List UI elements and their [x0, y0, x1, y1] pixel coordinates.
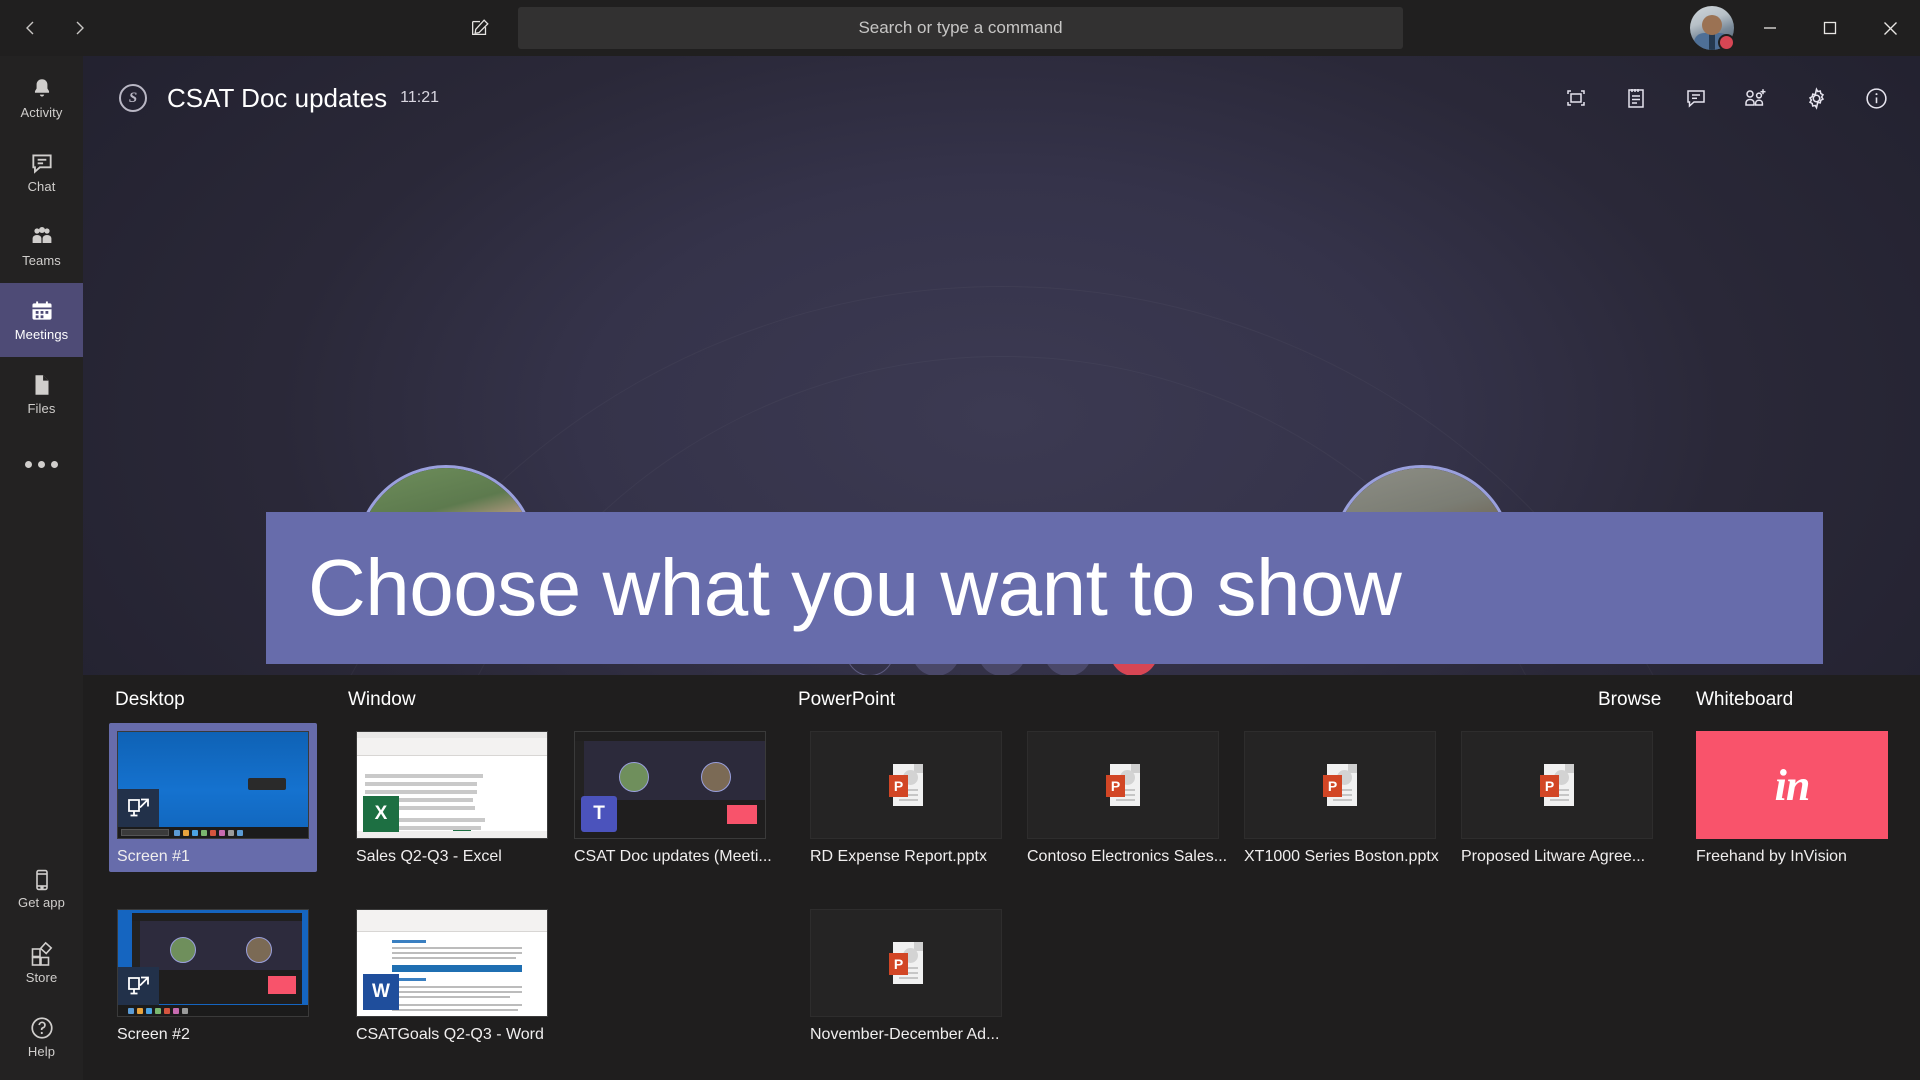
sidebar-item-label: Get app — [18, 895, 65, 910]
more-dots-icon — [25, 460, 58, 468]
back-button[interactable] — [14, 11, 48, 45]
tile-caption: November-December Ad... — [810, 1026, 1000, 1043]
browse-link[interactable]: Browse — [1598, 689, 1661, 711]
tile-caption: CSAT Doc updates (Meeti... — [574, 848, 772, 865]
powerpoint-file-icon: P — [889, 942, 923, 984]
window-controls — [1740, 0, 1920, 56]
meeting-stage: S CSAT Doc updates 11:21 Choose what you… — [83, 56, 1920, 675]
powerpoint-file-icon: P — [1540, 764, 1574, 806]
powerpoint-tile-3[interactable]: P Proposed Litware Agree... — [1461, 731, 1653, 866]
sidebar-item-label: Files — [27, 401, 56, 416]
forward-button[interactable] — [62, 11, 96, 45]
sidebar-item-help[interactable]: Help — [0, 1000, 83, 1074]
section-title-whiteboard: Whiteboard — [1696, 689, 1794, 710]
powerpoint-tile-0[interactable]: P RD Expense Report.pptx — [810, 731, 1002, 866]
powerpoint-tile-2[interactable]: P XT1000 Series Boston.pptx — [1244, 731, 1439, 866]
sidebar-item-meetings[interactable]: Meetings — [0, 283, 83, 357]
word-icon: W — [363, 974, 399, 1010]
meeting-actions — [1554, 56, 1898, 140]
sidebar-item-files[interactable]: Files — [0, 357, 83, 431]
status-badge — [1718, 34, 1735, 51]
sidebar-item-label: Store — [25, 970, 58, 985]
whiteboard-thumbnail: in — [1696, 731, 1888, 839]
banner-title: Choose what you want to show — [308, 543, 1402, 632]
tile-caption: RD Expense Report.pptx — [810, 848, 987, 865]
sidebar-item-get-app[interactable]: Get app — [0, 852, 83, 926]
window-thumbnail: T — [574, 731, 766, 839]
chat-icon[interactable] — [1674, 76, 1718, 120]
sidebar-item-activity[interactable]: Activity — [0, 61, 83, 135]
title-bar: Search or type a command — [0, 0, 1920, 56]
section-title-desktop: Desktop — [115, 689, 185, 710]
sidebar-item-teams[interactable]: Teams — [0, 209, 83, 283]
invision-logo-icon: in — [1774, 760, 1811, 810]
tile-caption: Sales Q2-Q3 - Excel — [356, 848, 502, 865]
powerpoint-file-icon: P — [1106, 764, 1140, 806]
tile-caption: CSATGoals Q2-Q3 - Word — [356, 1026, 544, 1043]
meeting-time: 11:21 — [400, 89, 440, 106]
screen-thumbnail — [117, 909, 309, 1017]
gear-icon[interactable] — [1794, 76, 1838, 120]
sidebar-more-button[interactable] — [0, 431, 83, 497]
desktop-tile-screen-1[interactable]: Screen #1 — [109, 723, 317, 872]
meeting-title: CSAT Doc updates — [167, 82, 388, 113]
share-picker: Desktop Window PowerPoint Browse Whitebo… — [83, 675, 1920, 1080]
compose-icon[interactable] — [460, 10, 500, 46]
window-tile-teams[interactable]: T CSAT Doc updates (Meeti... — [574, 731, 772, 866]
window-thumbnail: W — [356, 909, 548, 1017]
window-tile-word[interactable]: W CSATGoals Q2-Q3 - Word — [356, 909, 548, 1044]
section-title-powerpoint: PowerPoint — [798, 689, 896, 710]
tile-caption: Freehand by InVision — [1696, 848, 1847, 865]
sidebar-item-label: Help — [27, 1044, 56, 1059]
sidebar-item-store[interactable]: Store — [0, 926, 83, 1000]
file-thumbnail: P — [810, 909, 1002, 1017]
close-button[interactable] — [1860, 0, 1920, 56]
search-input[interactable]: Search or type a command — [518, 7, 1403, 49]
meeting-header: S CSAT Doc updates 11:21 — [83, 56, 1920, 140]
nav-arrows — [14, 11, 106, 45]
file-thumbnail: P — [1027, 731, 1219, 839]
tile-caption: Screen #1 — [117, 848, 190, 865]
sidebar-item-label: Chat — [27, 179, 56, 194]
tile-caption: Proposed Litware Agree... — [1461, 848, 1646, 865]
tile-caption: Contoso Electronics Sales... — [1027, 848, 1228, 865]
file-thumbnail: P — [1244, 731, 1436, 839]
rail-bottom-group: Get app Store Help — [0, 852, 83, 1074]
powerpoint-file-icon: P — [1323, 764, 1357, 806]
maximize-button[interactable] — [1800, 0, 1860, 56]
teams-app-window: Search or type a command Activity Chat T… — [0, 0, 1920, 1080]
tile-caption: XT1000 Series Boston.pptx — [1244, 848, 1439, 865]
left-rail: Activity Chat Teams Meetings Files Get a… — [0, 56, 83, 1080]
avatar[interactable] — [1690, 6, 1735, 51]
sidebar-item-label: Teams — [22, 253, 61, 268]
share-screen-icon — [118, 789, 159, 827]
add-people-icon[interactable] — [1734, 76, 1778, 120]
minimize-button[interactable] — [1740, 0, 1800, 56]
tile-caption: Screen #2 — [117, 1026, 190, 1043]
file-thumbnail: P — [1461, 731, 1653, 839]
search-placeholder: Search or type a command — [858, 18, 1063, 37]
excel-icon: X — [363, 796, 399, 832]
powerpoint-tile-1[interactable]: P Contoso Electronics Sales... — [1027, 731, 1227, 866]
file-thumbnail: P — [810, 731, 1002, 839]
sidebar-item-chat[interactable]: Chat — [0, 135, 83, 209]
screen-thumbnail — [117, 731, 309, 839]
whiteboard-tile-freehand[interactable]: in Freehand by InVision — [1696, 731, 1888, 866]
teams-icon: T — [581, 796, 617, 832]
section-title-window: Window — [348, 689, 416, 710]
sidebar-item-label: Meetings — [14, 327, 69, 342]
info-icon[interactable] — [1854, 76, 1898, 120]
window-thumbnail: X — [356, 731, 548, 839]
share-screen-icon — [118, 967, 159, 1005]
notes-icon[interactable] — [1614, 76, 1658, 120]
powerpoint-file-icon: P — [889, 764, 923, 806]
sidebar-item-label: Activity — [20, 105, 63, 120]
window-tile-excel[interactable]: X Sales Q2-Q3 - Excel — [356, 731, 548, 866]
fullscreen-icon[interactable] — [1554, 76, 1598, 120]
desktop-tile-screen-2[interactable]: Screen #2 — [109, 901, 317, 1050]
powerpoint-tile-4[interactable]: P November-December Ad... — [810, 909, 1002, 1044]
share-banner: Choose what you want to show — [266, 512, 1823, 664]
skype-icon: S — [119, 84, 147, 112]
